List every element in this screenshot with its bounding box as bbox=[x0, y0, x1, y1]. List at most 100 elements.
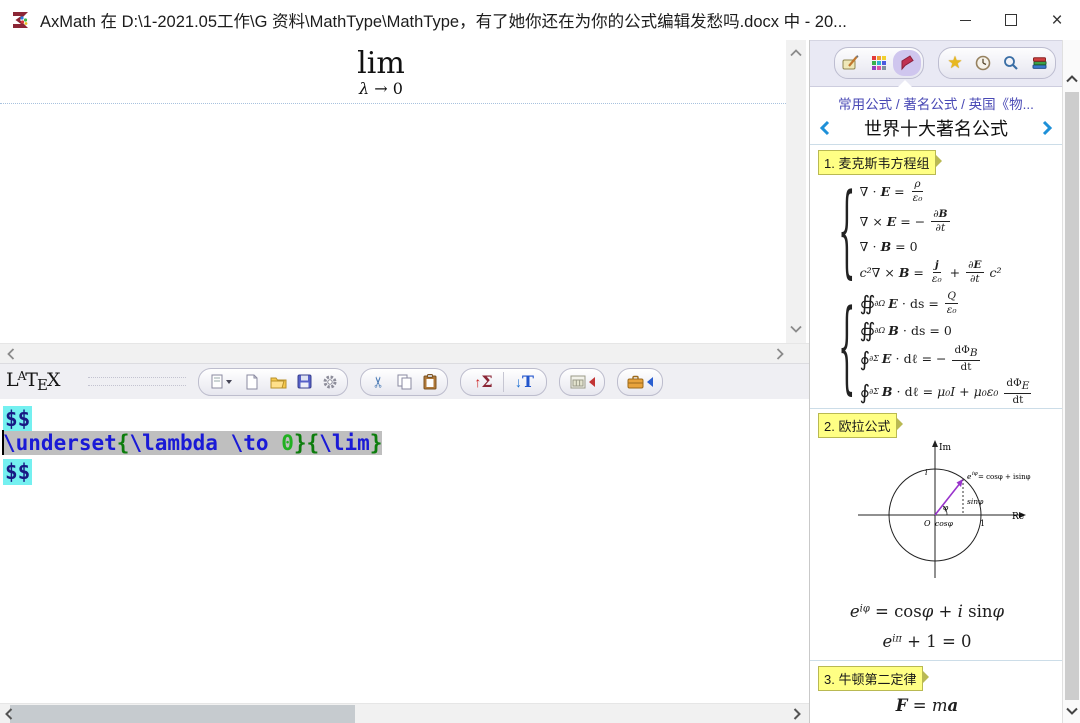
equation-canvas[interactable]: lim λ → 0 bbox=[0, 40, 786, 343]
title-bar: AxMath 在 D:\1-2021.05工作\G 资料\MathType\Ma… bbox=[0, 0, 1080, 40]
collapse-left-blue-icon bbox=[647, 377, 653, 387]
latex-code-editor[interactable]: $$ \underset{\lambda \to 0}{\lim} $$ bbox=[0, 399, 810, 703]
search-button[interactable] bbox=[997, 50, 1025, 76]
euler-unit-circle-diagram[interactable]: Im i Re 1 O φ cosφ sinφ e iφ = cosφ + is… bbox=[830, 436, 1040, 594]
send-to-equation-button[interactable]: ↑Σ bbox=[465, 371, 501, 393]
cos-label: cosφ bbox=[935, 519, 954, 528]
section-label-maxwell: 1. 麦克斯韦方程组 bbox=[818, 150, 936, 175]
axmath-app-icon bbox=[10, 9, 32, 31]
down-arrow-icon: ↓ bbox=[515, 374, 522, 390]
chevron-up-icon bbox=[790, 49, 802, 57]
file-button-group bbox=[198, 368, 348, 396]
symbol-palette-button[interactable] bbox=[865, 50, 893, 76]
settings-button[interactable] bbox=[317, 371, 343, 393]
sin-label: sinφ bbox=[967, 497, 984, 506]
formula-library-panel: ★ 常用公式 / 著名公式 / 英国《物... 世界十大著名公式 bbox=[810, 40, 1062, 723]
sidebar-scroll-thumb[interactable] bbox=[1065, 92, 1079, 700]
formula-lim-subscript: λ → 0 bbox=[321, 80, 441, 98]
maximize-button[interactable] bbox=[988, 0, 1034, 40]
latex-logo: LATEX bbox=[6, 369, 60, 394]
math-row: ∇ × E = − ∂B∂t bbox=[860, 209, 1002, 233]
open-folder-icon bbox=[270, 375, 287, 389]
sidebar-scroll-down-button[interactable] bbox=[1065, 704, 1079, 718]
new-file-icon bbox=[245, 374, 259, 390]
canvas-hscrollbar[interactable] bbox=[0, 343, 810, 365]
history-button[interactable] bbox=[969, 50, 997, 76]
library-books-button[interactable] bbox=[1025, 50, 1053, 76]
clock-icon bbox=[975, 55, 991, 71]
toolbar-drag-handle[interactable] bbox=[88, 377, 186, 386]
breadcrumb[interactable]: 常用公式 / 著名公式 / 英国《物... bbox=[810, 93, 1062, 113]
math-row: ∇ ⋅ E = ρε₀ bbox=[860, 179, 1002, 203]
canvas-scroll-down-button[interactable] bbox=[789, 322, 803, 336]
formula-lim: lim bbox=[321, 48, 441, 80]
minimize-button[interactable] bbox=[942, 0, 988, 40]
formula-maxwell-integral[interactable]: { ∯∂ΩE ⋅ ds = Qε₀ ∯∂ΩB ⋅ ds = 0 ∮∂ΣE ⋅ d… bbox=[836, 288, 1033, 408]
chevron-left-icon bbox=[5, 708, 13, 720]
latex-toolbar: LATEX ✂ bbox=[0, 363, 810, 400]
editor-hscrollbar[interactable] bbox=[0, 703, 810, 723]
section-label-newton: 3. 牛顿第二定律 bbox=[818, 666, 923, 691]
handwriting-input-button[interactable] bbox=[837, 50, 865, 76]
code-tokens: $$ bbox=[3, 460, 32, 484]
panel-toggle-group bbox=[559, 368, 605, 396]
section-divider bbox=[810, 144, 1062, 145]
tick-label-1: 1 bbox=[980, 519, 985, 528]
sidebar-scrollbar[interactable] bbox=[1062, 40, 1080, 723]
dropdown-arrow-icon bbox=[226, 380, 232, 384]
save-button[interactable] bbox=[291, 371, 317, 393]
math-row: ∯∂ΩE ⋅ ds = Qε₀ bbox=[860, 291, 1034, 315]
favorites-button[interactable]: ★ bbox=[941, 50, 969, 76]
close-icon: × bbox=[1051, 11, 1062, 30]
bookmark-icon bbox=[900, 55, 914, 71]
paste-button[interactable] bbox=[417, 371, 443, 393]
get-from-text-button[interactable]: ↓T bbox=[506, 371, 542, 393]
open-file-button[interactable] bbox=[265, 371, 291, 393]
section-divider bbox=[810, 660, 1062, 661]
chevron-left-icon bbox=[819, 120, 831, 136]
clipboard-button-group: ✂ bbox=[360, 368, 448, 396]
editor-scroll-right-button[interactable] bbox=[790, 707, 804, 721]
canvas-scroll-right-button[interactable] bbox=[773, 347, 787, 361]
collapse-left-red-icon bbox=[589, 377, 595, 387]
canvas-vscrollbar[interactable] bbox=[786, 40, 806, 343]
tip-label-exponent: iφ bbox=[972, 471, 978, 477]
gear-icon bbox=[322, 374, 338, 390]
axis-label-re: Re bbox=[1012, 512, 1024, 522]
origin-label: O bbox=[924, 519, 931, 528]
axmath-window: AxMath 在 D:\1-2021.05工作\G 资料\MathType\Ma… bbox=[0, 0, 1080, 723]
editor-menu-button[interactable] bbox=[203, 371, 239, 393]
close-button[interactable]: × bbox=[1034, 0, 1080, 40]
sidebar-mode-group bbox=[834, 47, 924, 79]
canvas-scroll-up-button[interactable] bbox=[789, 46, 803, 60]
scissors-icon: ✂ bbox=[369, 375, 387, 388]
library-toggle-group bbox=[617, 368, 663, 396]
sidebar-scroll-up-button[interactable] bbox=[1065, 72, 1079, 86]
code-tokens-selected: \underset{\lambda \to 0}{\lim} bbox=[3, 431, 382, 455]
formula-euler-identity-general[interactable]: eiφ = cosφ + i sinφ bbox=[810, 602, 1044, 621]
panel-title-row: 世界十大著名公式 bbox=[810, 114, 1062, 142]
next-category-button[interactable] bbox=[1032, 115, 1062, 141]
books-icon bbox=[1031, 55, 1048, 71]
chevron-up-icon bbox=[1066, 75, 1078, 83]
canvas-scroll-left-button[interactable] bbox=[4, 347, 18, 361]
math-row: ∇ ⋅ B = 0 bbox=[860, 239, 1002, 254]
editor-hscroll-thumb[interactable] bbox=[10, 705, 355, 723]
previous-category-button[interactable] bbox=[810, 115, 840, 141]
toggle-library-button[interactable] bbox=[622, 371, 658, 393]
formula-newton-second-law[interactable]: F = ma bbox=[810, 696, 1044, 715]
cut-button[interactable]: ✂ bbox=[365, 371, 391, 393]
panel-grid-icon bbox=[570, 375, 586, 389]
toggle-symbol-panel-button[interactable] bbox=[564, 371, 600, 393]
math-row: c²∇ × B = jε₀ + ∂E∂t c² bbox=[860, 260, 1002, 284]
new-file-button[interactable] bbox=[239, 371, 265, 393]
famous-formulas-button[interactable] bbox=[893, 50, 921, 76]
math-row: ∯∂ΩB ⋅ ds = 0 bbox=[860, 321, 1034, 339]
editor-scroll-left-button[interactable] bbox=[2, 707, 16, 721]
tick-label-i: i bbox=[925, 468, 928, 477]
formula-maxwell-differential[interactable]: { ∇ ⋅ E = ρε₀ ∇ × E = − ∂B∂t ∇ ⋅ B = 0 c… bbox=[836, 176, 1002, 287]
copy-button[interactable] bbox=[391, 371, 417, 393]
formula-euler-identity-pi[interactable]: eiπ + 1 = 0 bbox=[810, 632, 1044, 651]
maximize-icon bbox=[1005, 14, 1017, 26]
canvas-formula: lim λ → 0 bbox=[321, 48, 441, 97]
